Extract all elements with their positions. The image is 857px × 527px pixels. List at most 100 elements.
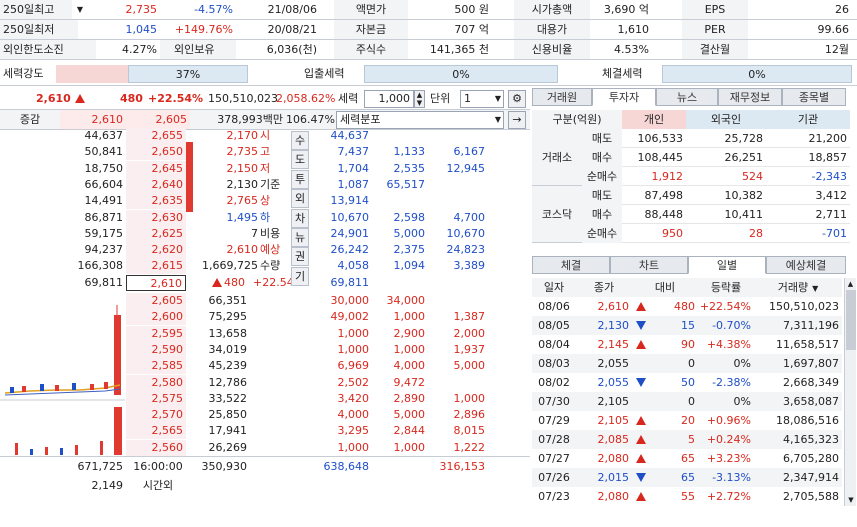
side-button[interactable]: 외 bbox=[291, 189, 309, 209]
chevron-down-icon[interactable]: ▼ bbox=[812, 284, 818, 293]
qty-input[interactable]: 1,000 bbox=[364, 90, 414, 108]
bid-price[interactable]: 2,570 bbox=[126, 407, 186, 424]
exec-label: 체결세력 bbox=[602, 67, 643, 80]
volume: 150,510,023 bbox=[208, 92, 278, 105]
summary-value: 12월 bbox=[824, 43, 849, 56]
info-value: 2,170 bbox=[226, 129, 259, 142]
daily-tab-2[interactable]: 일별 bbox=[688, 256, 766, 274]
info-key: 저 bbox=[260, 161, 271, 175]
info-row: 480 +22.54% bbox=[192, 275, 304, 291]
summary-label: 시가총액 bbox=[514, 0, 590, 19]
daily-close: 2,055 bbox=[576, 354, 632, 373]
side-button[interactable]: 뉴 bbox=[291, 228, 309, 247]
summary-label: 대용가 bbox=[514, 20, 590, 39]
ask-qty: 14,491 bbox=[84, 194, 124, 208]
ask-price[interactable]: 2,620 bbox=[126, 242, 186, 259]
bid-price[interactable]: 2,560 bbox=[126, 439, 186, 456]
daily-tab-0[interactable]: 체결 bbox=[532, 256, 610, 274]
tab-2[interactable]: 뉴스 bbox=[656, 88, 718, 106]
chevron-down-icon[interactable]: ▼ bbox=[72, 0, 88, 19]
summary-value: 141,365 천 bbox=[429, 43, 489, 56]
ask-price[interactable]: 2,625 bbox=[126, 225, 186, 242]
daily-date: 08/05 bbox=[532, 316, 576, 335]
bid-price[interactable]: 2,600 bbox=[126, 309, 186, 326]
tab-4[interactable]: 종목별 bbox=[782, 88, 846, 106]
chevron-down-icon: ▼ bbox=[494, 115, 501, 124]
daily-tab-3[interactable]: 예상체결 bbox=[766, 256, 846, 274]
side-button[interactable]: 차 bbox=[291, 208, 309, 228]
ask-s1: 5,000 bbox=[393, 226, 426, 240]
ask-price[interactable]: 2,635 bbox=[126, 193, 186, 210]
qty-stepper[interactable]: ▲ ▼ bbox=[414, 90, 425, 108]
scroll-thumb[interactable] bbox=[846, 290, 856, 350]
investor-foreign: 25,728 bbox=[686, 129, 766, 148]
side-button[interactable]: 투 bbox=[291, 169, 309, 189]
daily-rate: -0.70% bbox=[698, 316, 754, 335]
daily-change-value: 20 bbox=[681, 414, 695, 427]
scroll-down-icon[interactable]: ▼ bbox=[845, 494, 857, 506]
ask-price[interactable]: 2,645 bbox=[126, 160, 186, 177]
ask-price[interactable]: 2,630 bbox=[126, 209, 186, 226]
tab-3[interactable]: 재무정보 bbox=[718, 88, 782, 106]
ask-price[interactable]: 2,615 bbox=[126, 258, 186, 275]
ask-qty: 69,811 bbox=[84, 275, 124, 289]
daily-date: 07/26 bbox=[532, 468, 576, 487]
ask-price[interactable]: 2,650 bbox=[126, 144, 186, 161]
ask-qty: 59,175 bbox=[84, 226, 124, 240]
bid-w: 4,000 bbox=[337, 408, 370, 422]
bid-qty: 17,941 bbox=[208, 424, 248, 438]
daily-change-value: 15 bbox=[681, 319, 695, 332]
strength-label: 세력강도 bbox=[3, 67, 44, 80]
daily-change-value: 5 bbox=[688, 433, 695, 446]
bid-price[interactable]: 2,585 bbox=[126, 358, 186, 375]
ask-qty: 66,604 bbox=[84, 177, 124, 191]
bid-w: 30,000 bbox=[330, 294, 370, 307]
gear-icon[interactable]: ⚙ bbox=[508, 90, 526, 108]
info-row: 2,150 저 bbox=[192, 161, 290, 177]
bid-price[interactable]: 2,595 bbox=[126, 325, 186, 342]
daily-close: 2,610 bbox=[597, 300, 630, 313]
daily-close: 2,130 bbox=[576, 316, 632, 335]
change-col-header: 증감 bbox=[19, 113, 41, 126]
power-dist-select[interactable]: 세력분포 ▼ bbox=[336, 111, 504, 129]
bid-price[interactable]: 2,575 bbox=[126, 390, 186, 407]
tab-1[interactable]: 투자자 bbox=[592, 88, 656, 106]
side-button[interactable]: 도 bbox=[291, 150, 309, 170]
scroll-up-icon[interactable]: ▲ bbox=[845, 278, 856, 290]
investor-panel: 거래원 투자자 뉴스 재무정보 종목별 구분(억원) 개인 외국인 기관 거래소 매도 106,53… bbox=[532, 88, 857, 256]
bid-price[interactable]: 2,590 bbox=[126, 341, 186, 358]
bid-price[interactable]: 2,565 bbox=[126, 423, 186, 440]
side-button[interactable]: 기 bbox=[291, 266, 309, 286]
scrollbar[interactable]: ▲ ▼ bbox=[844, 278, 856, 506]
info-value: 2,150 bbox=[226, 161, 259, 175]
daily-change-value: 0 bbox=[688, 395, 695, 408]
daily-tab-1[interactable]: 차트 bbox=[610, 256, 688, 274]
daily-header[interactable]: 거래량 ▼ bbox=[754, 278, 842, 297]
ask-s2: 3,389 bbox=[453, 259, 486, 273]
info-value: 2,765 bbox=[226, 194, 259, 208]
daily-date: 07/27 bbox=[538, 452, 570, 465]
unit-select[interactable]: 1 ▼ bbox=[460, 90, 504, 108]
ask-price[interactable]: 2,640 bbox=[126, 176, 186, 193]
bid-price[interactable]: 2,580 bbox=[126, 374, 186, 391]
side-button[interactable]: 권 bbox=[291, 247, 309, 267]
bid-price[interactable]: 2,605 bbox=[126, 293, 186, 309]
side-button[interactable]: 수 bbox=[291, 131, 309, 150]
header-pct: 106.47% bbox=[286, 113, 335, 126]
investor-foreign: 10,411 bbox=[686, 205, 766, 224]
info-key: 수량 bbox=[260, 259, 281, 273]
ask-price[interactable]: 2,610 bbox=[126, 274, 186, 291]
investor-kind: 순매수 bbox=[582, 224, 622, 243]
up-arrow-icon bbox=[74, 94, 85, 103]
investor-header: 구분(억원) bbox=[532, 110, 622, 129]
summary-value: 4.53% bbox=[614, 43, 649, 56]
arrow-right-icon[interactable]: → bbox=[508, 111, 526, 129]
ask-price[interactable]: 2,655 bbox=[126, 128, 186, 144]
ask-w: 7,437 bbox=[337, 145, 370, 159]
daily-change-value: 480 bbox=[674, 300, 695, 313]
daily-close: 2,105 bbox=[597, 414, 630, 427]
investor-individual: 950 bbox=[622, 224, 686, 243]
tab-0[interactable]: 거래원 bbox=[532, 88, 592, 106]
strength-bar: 세력강도 37% 입출세력 0% 체결세력 0% bbox=[0, 62, 857, 86]
summary-label: 주식수 bbox=[334, 40, 408, 59]
